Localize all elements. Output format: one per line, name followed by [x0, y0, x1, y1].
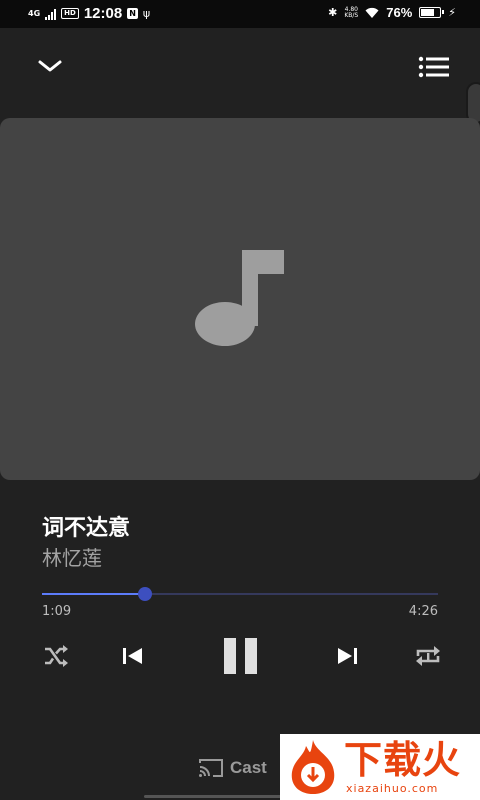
seek-bar[interactable]	[42, 587, 438, 601]
nfc-icon: N	[127, 8, 138, 19]
watermark-url: xiazaihuo.com	[346, 782, 439, 795]
skip-previous-icon	[123, 648, 142, 664]
battery-icon	[419, 7, 445, 18]
song-title: 词不达意	[42, 516, 131, 541]
collapse-button[interactable]	[34, 52, 66, 80]
watermark-text: 下载火	[344, 738, 462, 782]
queue-list-icon	[418, 56, 449, 78]
repeat-button[interactable]	[412, 642, 444, 670]
pause-icon	[224, 638, 257, 674]
wifi-icon	[365, 7, 379, 18]
battery-fill	[421, 9, 435, 16]
watermark-logo: 下载火 xiazaihuo.com	[280, 734, 480, 800]
shuffle-button[interactable]	[40, 642, 72, 670]
song-artist: 林忆莲	[42, 546, 102, 570]
signal-icon	[45, 8, 57, 20]
previous-button[interactable]	[116, 642, 148, 670]
cast-button[interactable]: Cast	[198, 758, 267, 778]
next-button[interactable]	[332, 642, 364, 670]
cast-icon	[199, 759, 223, 777]
skip-next-icon	[338, 648, 357, 664]
network-speed: 4.80 KB/S	[344, 6, 359, 19]
elapsed-time: 1:09	[42, 604, 72, 619]
music-note-icon	[195, 250, 284, 346]
usb-icon: ψ	[142, 7, 151, 20]
shuffle-icon	[45, 645, 68, 667]
status-bar: 4G HD 12:08 N ψ ✱ 4.80 KB/S 76% ⚡	[0, 0, 480, 28]
battery-percent: 76%	[386, 5, 413, 20]
status-time: 12:08	[83, 5, 123, 22]
charging-icon: ⚡	[448, 6, 456, 19]
cast-label: Cast	[230, 758, 267, 777]
chevron-down-icon	[38, 60, 62, 72]
seek-thumb[interactable]	[137, 587, 152, 601]
flame-logo-icon	[291, 740, 335, 794]
play-pause-button[interactable]	[212, 632, 268, 680]
speed-unit: KB/S	[344, 11, 359, 19]
queue-button[interactable]	[414, 52, 454, 82]
bluetooth-icon: ✱	[328, 6, 338, 19]
hd-badge: HD	[61, 8, 79, 19]
repeat-one-icon	[416, 646, 440, 666]
seek-progress	[42, 593, 145, 595]
total-time: 4:26	[408, 604, 438, 619]
network-type: 4G	[28, 8, 41, 18]
